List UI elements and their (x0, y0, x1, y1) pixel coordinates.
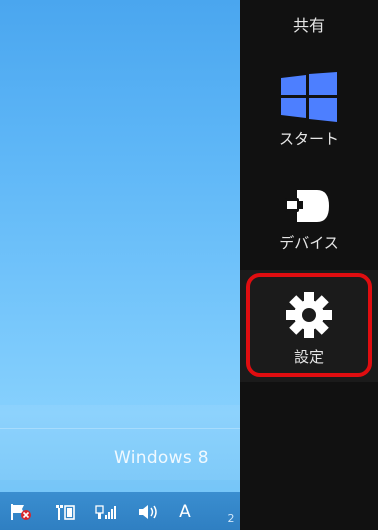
charm-share-label: 共有 (292, 16, 325, 35)
charms-bar: 共有 スタート デバイス 設定 (240, 0, 378, 530)
screen: Windows 8 A 2 共有 スタート デバイス 設定 (0, 0, 378, 530)
desktop-band-line (0, 428, 240, 429)
charm-devices[interactable]: デバイス (240, 178, 378, 266)
charm-start-label: スタート (278, 130, 339, 148)
desktop-light-band (0, 405, 240, 480)
gear-icon (284, 290, 334, 340)
desktop-background: Windows 8 (0, 0, 240, 530)
action-center-flag-icon[interactable] (10, 502, 32, 522)
signal-icon[interactable] (94, 502, 118, 522)
volume-icon[interactable] (136, 502, 160, 522)
windows-brand-text: Windows 8 (114, 448, 209, 468)
charm-devices-label: デバイス (279, 234, 339, 252)
charm-settings[interactable]: 設定 (240, 270, 378, 382)
charm-start[interactable]: スタート (240, 66, 378, 156)
devices-icon (283, 186, 335, 226)
windows-logo-icon (279, 72, 339, 122)
network-icon[interactable] (54, 502, 76, 522)
charm-settings-label: 設定 (293, 348, 324, 366)
charm-share[interactable]: 共有 (240, 0, 378, 60)
ime-indicator[interactable]: A (176, 502, 194, 522)
clock-partial[interactable]: 2 (224, 508, 238, 528)
taskbar-tray: A 2 (0, 492, 240, 530)
